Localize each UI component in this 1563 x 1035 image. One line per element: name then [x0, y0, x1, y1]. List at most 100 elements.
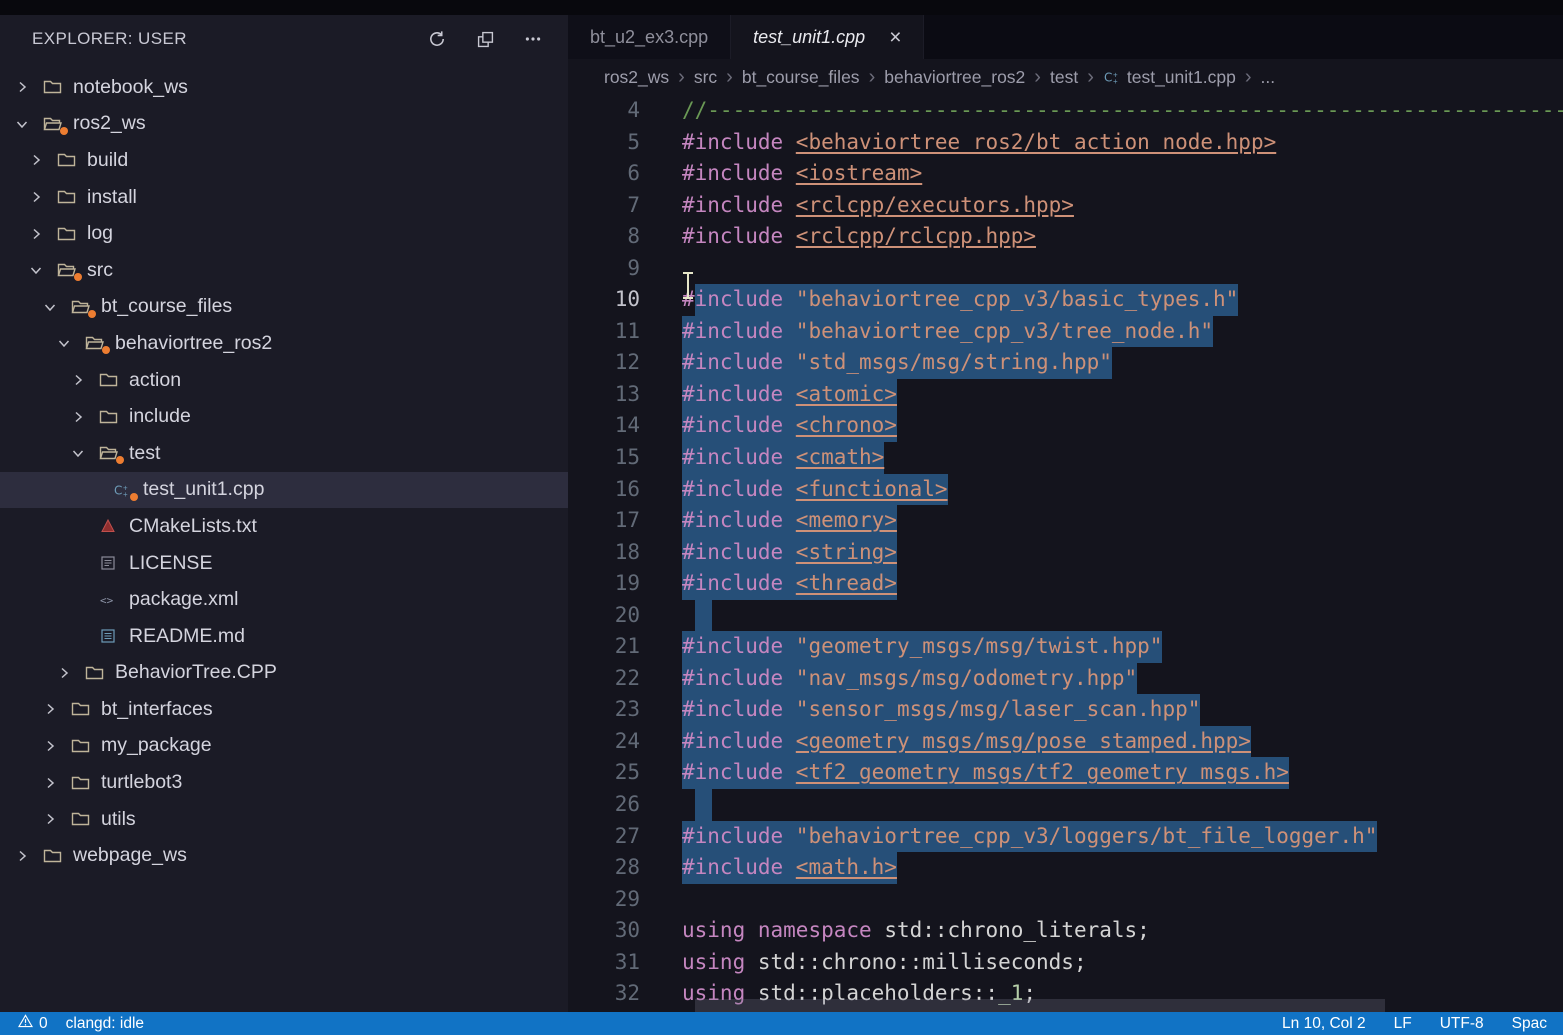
- line-number[interactable]: 27: [568, 821, 640, 853]
- line-number[interactable]: 22: [568, 663, 640, 695]
- chevron-right-icon[interactable]: [70, 372, 96, 388]
- line-number[interactable]: 30: [568, 915, 640, 947]
- chevron-right-icon[interactable]: [42, 738, 68, 754]
- code-line-22[interactable]: 22#include "nav_msgs/msg/odometry.hpp": [568, 663, 1563, 695]
- code-line-28[interactable]: 28#include <math.h>: [568, 852, 1563, 884]
- line-number[interactable]: 8: [568, 221, 640, 253]
- chevron-right-icon[interactable]: [14, 848, 40, 864]
- tab-test_unit1.cpp[interactable]: test_unit1.cpp×: [731, 15, 924, 59]
- tree-item-notebook_ws[interactable]: notebook_ws: [0, 69, 568, 106]
- line-number[interactable]: 21: [568, 631, 640, 663]
- code-line-4[interactable]: 4//-------------------------------------…: [568, 95, 1563, 127]
- breadcrumb-item-...[interactable]: ...: [1261, 67, 1276, 88]
- line-number[interactable]: 7: [568, 190, 640, 222]
- breadcrumb-item-test_unit1.cpp[interactable]: C++test_unit1.cpp: [1103, 67, 1236, 88]
- line-number[interactable]: 29: [568, 884, 640, 916]
- code-line-10[interactable]: 10#include "behaviortree_cpp_v3/basic_ty…: [568, 284, 1563, 316]
- code-line-31[interactable]: 31using std::chrono::milliseconds;: [568, 947, 1563, 979]
- line-number[interactable]: 28: [568, 852, 640, 884]
- status-cursor-position[interactable]: Ln 10, Col 2: [1268, 1012, 1380, 1035]
- tree-item-BehaviorTree.CPP[interactable]: BehaviorTree.CPP: [0, 655, 568, 692]
- tree-item-bt_course_files[interactable]: bt_course_files: [0, 289, 568, 326]
- chevron-right-icon[interactable]: [28, 152, 54, 168]
- chevron-right-icon[interactable]: [28, 226, 54, 242]
- line-number[interactable]: 5: [568, 127, 640, 159]
- code-line-15[interactable]: 15#include <cmath>: [568, 442, 1563, 474]
- tree-item-install[interactable]: install: [0, 179, 568, 216]
- code-line-27[interactable]: 27#include "behaviortree_cpp_v3/loggers/…: [568, 821, 1563, 853]
- code-line-12[interactable]: 12#include "std_msgs/msg/string.hpp": [568, 347, 1563, 379]
- tree-item-webpage_ws[interactable]: webpage_ws: [0, 837, 568, 874]
- code-line-14[interactable]: 14#include <chrono>: [568, 410, 1563, 442]
- tab-bt_u2_ex3.cpp[interactable]: bt_u2_ex3.cpp: [568, 15, 731, 59]
- tree-item-test[interactable]: test: [0, 435, 568, 472]
- code-line-5[interactable]: 5#include <behaviortree_ros2/bt_action_n…: [568, 127, 1563, 159]
- tree-item-LICENSE[interactable]: LICENSE: [0, 545, 568, 582]
- code-line-6[interactable]: 6#include <iostream>: [568, 158, 1563, 190]
- line-number[interactable]: 19: [568, 568, 640, 600]
- status-clangd[interactable]: clangd: idle: [57, 1012, 153, 1035]
- line-number[interactable]: 17: [568, 505, 640, 537]
- chevron-right-icon[interactable]: [42, 775, 68, 791]
- code-line-26[interactable]: 26: [568, 789, 1563, 821]
- tree-item-README.md[interactable]: README.md: [0, 618, 568, 655]
- tree-item-behaviortree_ros2[interactable]: behaviortree_ros2: [0, 325, 568, 362]
- chevron-down-icon[interactable]: [14, 116, 40, 132]
- tree-item-turtlebot3[interactable]: turtlebot3: [0, 764, 568, 801]
- chevron-right-icon[interactable]: [42, 701, 68, 717]
- tree-item-package.xml[interactable]: <>package.xml: [0, 581, 568, 618]
- tree-item-include[interactable]: include: [0, 398, 568, 435]
- line-number[interactable]: 20: [568, 600, 640, 632]
- chevron-right-icon[interactable]: [42, 811, 68, 827]
- line-number[interactable]: 26: [568, 789, 640, 821]
- horizontal-scrollbar[interactable]: [695, 999, 1385, 1012]
- code-line-9[interactable]: 9: [568, 253, 1563, 285]
- line-number[interactable]: 18: [568, 537, 640, 569]
- tree-item-my_package[interactable]: my_package: [0, 728, 568, 765]
- status-problems[interactable]: 0: [9, 1012, 57, 1035]
- breadcrumb-item-test[interactable]: test: [1050, 67, 1078, 88]
- tree-item-action[interactable]: action: [0, 362, 568, 399]
- code-line-7[interactable]: 7#include <rclcpp/executors.hpp>: [568, 190, 1563, 222]
- code-line-19[interactable]: 19#include <thread>: [568, 568, 1563, 600]
- code-line-11[interactable]: 11#include "behaviortree_cpp_v3/tree_nod…: [568, 316, 1563, 348]
- close-icon[interactable]: ×: [889, 27, 901, 48]
- line-number[interactable]: 4: [568, 95, 640, 127]
- code-line-20[interactable]: 20: [568, 600, 1563, 632]
- code-line-8[interactable]: 8#include <rclcpp/rclcpp.hpp>: [568, 221, 1563, 253]
- status-indentation[interactable]: Spac: [1498, 1012, 1561, 1035]
- status-eol[interactable]: LF: [1380, 1012, 1426, 1035]
- chevron-down-icon[interactable]: [28, 262, 54, 278]
- code-line-13[interactable]: 13#include <atomic>: [568, 379, 1563, 411]
- breadcrumb-item-src[interactable]: src: [694, 67, 717, 88]
- code-line-29[interactable]: 29: [568, 884, 1563, 916]
- chevron-right-icon[interactable]: [14, 79, 40, 95]
- tree-item-build[interactable]: build: [0, 142, 568, 179]
- breadcrumb-item-ros2_ws[interactable]: ros2_ws: [604, 67, 669, 88]
- split-icon[interactable]: [474, 28, 496, 50]
- line-number[interactable]: 14: [568, 410, 640, 442]
- line-number[interactable]: 32: [568, 978, 640, 1010]
- code-line-23[interactable]: 23#include "sensor_msgs/msg/laser_scan.h…: [568, 694, 1563, 726]
- code-line-24[interactable]: 24#include <geometry_msgs/msg/pose_stamp…: [568, 726, 1563, 758]
- code-line-17[interactable]: 17#include <memory>: [568, 505, 1563, 537]
- line-number[interactable]: 25: [568, 757, 640, 789]
- tree-item-utils[interactable]: utils: [0, 801, 568, 838]
- line-number[interactable]: 10: [568, 284, 640, 316]
- breadcrumb-item-bt_course_files[interactable]: bt_course_files: [742, 67, 860, 88]
- code-line-16[interactable]: 16#include <functional>: [568, 474, 1563, 506]
- line-number[interactable]: 6: [568, 158, 640, 190]
- breadcrumb-item-behaviortree_ros2[interactable]: behaviortree_ros2: [884, 67, 1025, 88]
- code-line-25[interactable]: 25#include <tf2_geometry_msgs/tf2_geomet…: [568, 757, 1563, 789]
- code-editor[interactable]: 4//-------------------------------------…: [568, 95, 1563, 1012]
- line-number[interactable]: 24: [568, 726, 640, 758]
- line-number[interactable]: 12: [568, 347, 640, 379]
- line-number[interactable]: 23: [568, 694, 640, 726]
- line-number[interactable]: 15: [568, 442, 640, 474]
- tree-item-ros2_ws[interactable]: ros2_ws: [0, 106, 568, 143]
- code-line-30[interactable]: 30using namespace std::chrono_literals;: [568, 915, 1563, 947]
- chevron-right-icon[interactable]: [70, 409, 96, 425]
- line-number[interactable]: 11: [568, 316, 640, 348]
- more-icon[interactable]: [522, 28, 544, 50]
- tree-item-src[interactable]: src: [0, 252, 568, 289]
